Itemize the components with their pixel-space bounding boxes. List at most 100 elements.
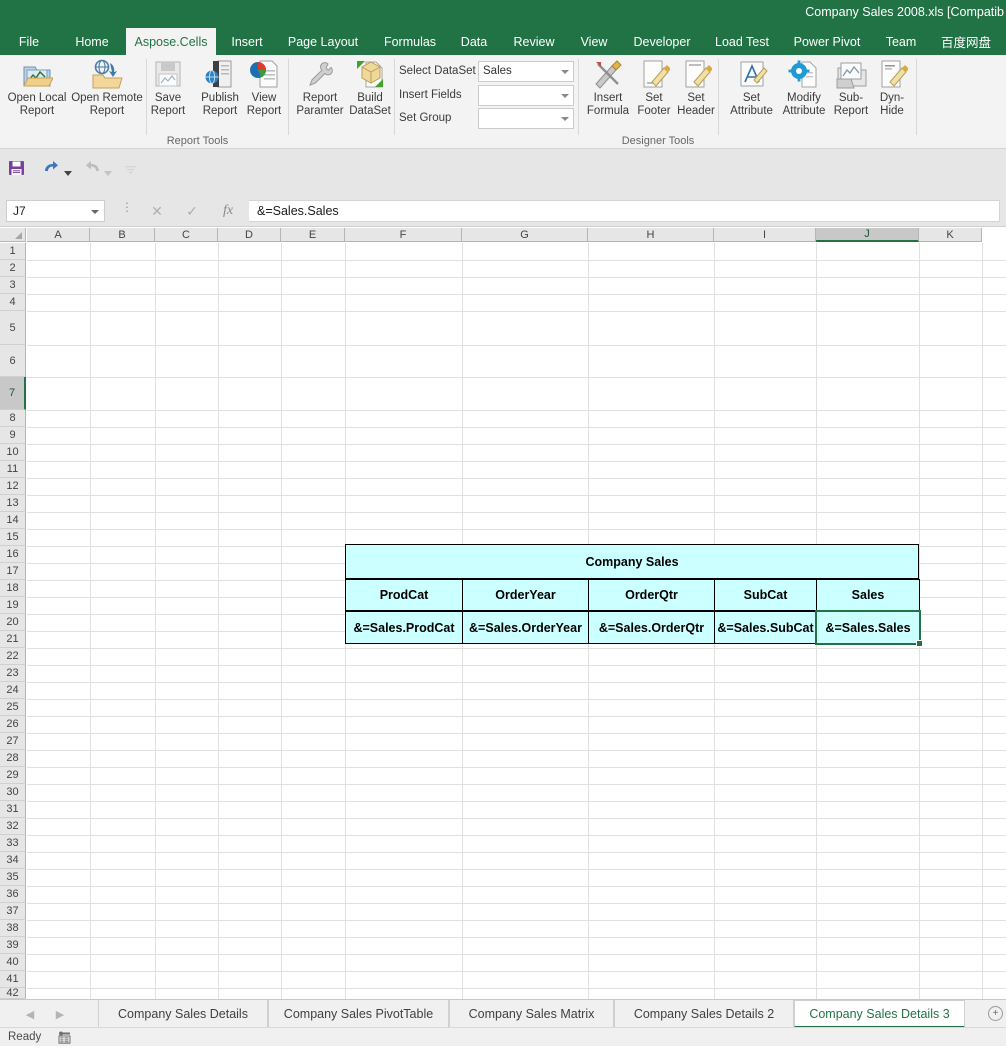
ribbon-tab-insert[interactable]: Insert <box>223 28 271 55</box>
report-header-cell[interactable]: OrderQtr <box>588 579 715 611</box>
sheet-tab-company-sales-details[interactable]: Company Sales Details <box>98 1000 268 1028</box>
row-header-8[interactable]: 8 <box>0 410 26 427</box>
row-header-6[interactable]: 6 <box>0 345 26 377</box>
ribbon-tab-aspose-cells[interactable]: Aspose.Cells <box>126 28 216 55</box>
row-header-27[interactable]: 27 <box>0 733 26 750</box>
column-header-D[interactable]: D <box>218 228 281 242</box>
column-header-B[interactable]: B <box>90 228 155 242</box>
row-header-19[interactable]: 19 <box>0 597 26 614</box>
customize-qat-icon[interactable] <box>124 162 138 180</box>
row-header-26[interactable]: 26 <box>0 716 26 733</box>
fx-icon[interactable]: fx <box>216 200 240 222</box>
set-header-button[interactable]: Set Header <box>674 58 718 118</box>
sheet-tab-company-sales-details-3[interactable]: Company Sales Details 3 <box>794 1000 965 1028</box>
row-header-11[interactable]: 11 <box>0 461 26 478</box>
sheet-tab-company-sales-details-2[interactable]: Company Sales Details 2 <box>614 1000 794 1028</box>
select-dataset-dropdown[interactable]: Sales <box>478 61 574 82</box>
save-icon[interactable] <box>8 159 26 182</box>
row-header-3[interactable]: 3 <box>0 277 26 294</box>
row-header-9[interactable]: 9 <box>0 427 26 444</box>
publish-report-button[interactable]: Publish Report <box>196 58 244 118</box>
open-remote-report-button[interactable]: Open Remote Report <box>69 58 145 118</box>
column-header-C[interactable]: C <box>155 228 218 242</box>
dyn-hide-button[interactable]: Dyn- Hide <box>872 58 912 118</box>
row-header-17[interactable]: 17 <box>0 563 26 580</box>
row-header-5[interactable]: 5 <box>0 311 26 345</box>
column-header-F[interactable]: F <box>345 228 462 242</box>
row-header-1[interactable]: 1 <box>0 243 26 260</box>
row-header-21[interactable]: 21 <box>0 631 26 648</box>
report-header-cell[interactable]: Sales <box>816 579 920 611</box>
row-header-2[interactable]: 2 <box>0 260 26 277</box>
report-data-cell[interactable]: &=Sales.ProdCat <box>345 611 463 644</box>
report-data-cell[interactable]: &=Sales.OrderYear <box>462 611 589 644</box>
row-header-42[interactable]: 42 <box>0 987 26 999</box>
select-all-corner[interactable] <box>0 228 26 242</box>
report-paramter-button[interactable]: Report Paramter <box>292 58 348 118</box>
row-header-35[interactable]: 35 <box>0 869 26 886</box>
report-data-cell[interactable]: &=Sales.OrderQtr <box>588 611 715 644</box>
name-box[interactable]: J7 <box>6 200 105 222</box>
set-attribute-button[interactable]: Set Attribute <box>724 58 779 118</box>
row-header-29[interactable]: 29 <box>0 767 26 784</box>
row-header-20[interactable]: 20 <box>0 614 26 631</box>
insert-fields-dropdown[interactable] <box>478 85 574 106</box>
row-header-24[interactable]: 24 <box>0 682 26 699</box>
set-footer-button[interactable]: Set Footer <box>634 58 674 118</box>
ribbon-tab-power-pivot[interactable]: Power Pivot <box>784 28 870 55</box>
next-sheet-arrow-icon[interactable]: ▶ <box>52 1007 68 1021</box>
sub-report-button[interactable]: Sub- Report <box>829 58 873 118</box>
row-header-40[interactable]: 40 <box>0 954 26 971</box>
new-sheet-button[interactable]: + <box>988 1006 1003 1021</box>
ribbon-tab-data[interactable]: Data <box>452 28 496 55</box>
row-header-34[interactable]: 34 <box>0 852 26 869</box>
row-header-41[interactable]: 41 <box>0 971 26 988</box>
row-header-18[interactable]: 18 <box>0 580 26 597</box>
row-header-16[interactable]: 16 <box>0 546 26 563</box>
report-data-cell[interactable]: &=Sales.Sales <box>816 611 920 644</box>
column-header-I[interactable]: I <box>714 228 816 242</box>
sheet-tab-company-sales-matrix[interactable]: Company Sales Matrix <box>449 1000 614 1028</box>
chevron-down-icon[interactable] <box>561 117 569 121</box>
ribbon-tab-[interactable]: 百度网盘 <box>932 28 1000 55</box>
row-header-31[interactable]: 31 <box>0 801 26 818</box>
row-header-33[interactable]: 33 <box>0 835 26 852</box>
column-header-A[interactable]: A <box>27 228 90 242</box>
row-header-12[interactable]: 12 <box>0 478 26 495</box>
column-header-J[interactable]: J <box>816 228 919 242</box>
ribbon-tab-review[interactable]: Review <box>505 28 563 55</box>
column-header-H[interactable]: H <box>588 228 714 242</box>
build-dataset-button[interactable]: Build DataSet <box>347 58 393 118</box>
open-local-report-button[interactable]: Open Local Report <box>5 58 69 118</box>
ribbon-tab-developer[interactable]: Developer <box>623 28 701 55</box>
row-header-14[interactable]: 14 <box>0 512 26 529</box>
row-header-10[interactable]: 10 <box>0 444 26 461</box>
report-header-cell[interactable]: ProdCat <box>345 579 463 611</box>
formula-input[interactable]: &=Sales.Sales <box>249 200 1000 222</box>
modify-attribute-button[interactable]: Modify Attribute <box>778 58 830 118</box>
column-header-G[interactable]: G <box>462 228 588 242</box>
spreadsheet-grid[interactable]: ABCDEFGHIJK 1 2 3 4 5 6 7 8 9 10 11 12 13 14 15 16 17 18 1… <box>0 228 1006 999</box>
row-header-15[interactable]: 15 <box>0 529 26 546</box>
sheet-view-icon[interactable] <box>58 1031 71 1044</box>
prev-sheet-arrow-icon[interactable]: ◀ <box>22 1007 38 1021</box>
ribbon-tab-home[interactable]: Home <box>63 28 121 55</box>
insert-formula-button[interactable]: Insert Formula <box>583 58 633 118</box>
chevron-down-icon[interactable] <box>561 70 569 74</box>
row-header-39[interactable]: 39 <box>0 937 26 954</box>
ribbon-tab-team[interactable]: Team <box>878 28 924 55</box>
report-header-cell[interactable]: SubCat <box>714 579 817 611</box>
report-title-cell[interactable]: Company Sales <box>345 544 919 579</box>
ribbon-tab-load-test[interactable]: Load Test <box>709 28 775 55</box>
ribbon-tab-file[interactable]: File <box>9 28 49 55</box>
view-report-button[interactable]: View Report <box>243 58 285 118</box>
chevron-down-icon[interactable] <box>561 94 569 98</box>
row-header-32[interactable]: 32 <box>0 818 26 835</box>
row-header-28[interactable]: 28 <box>0 750 26 767</box>
column-header-K[interactable]: K <box>919 228 982 242</box>
ribbon-tab-view[interactable]: View <box>572 28 616 55</box>
undo-icon[interactable] <box>42 159 62 182</box>
row-header-13[interactable]: 13 <box>0 495 26 512</box>
ribbon-tab-formulas[interactable]: Formulas <box>375 28 445 55</box>
row-header-7[interactable]: 7 <box>0 377 26 410</box>
